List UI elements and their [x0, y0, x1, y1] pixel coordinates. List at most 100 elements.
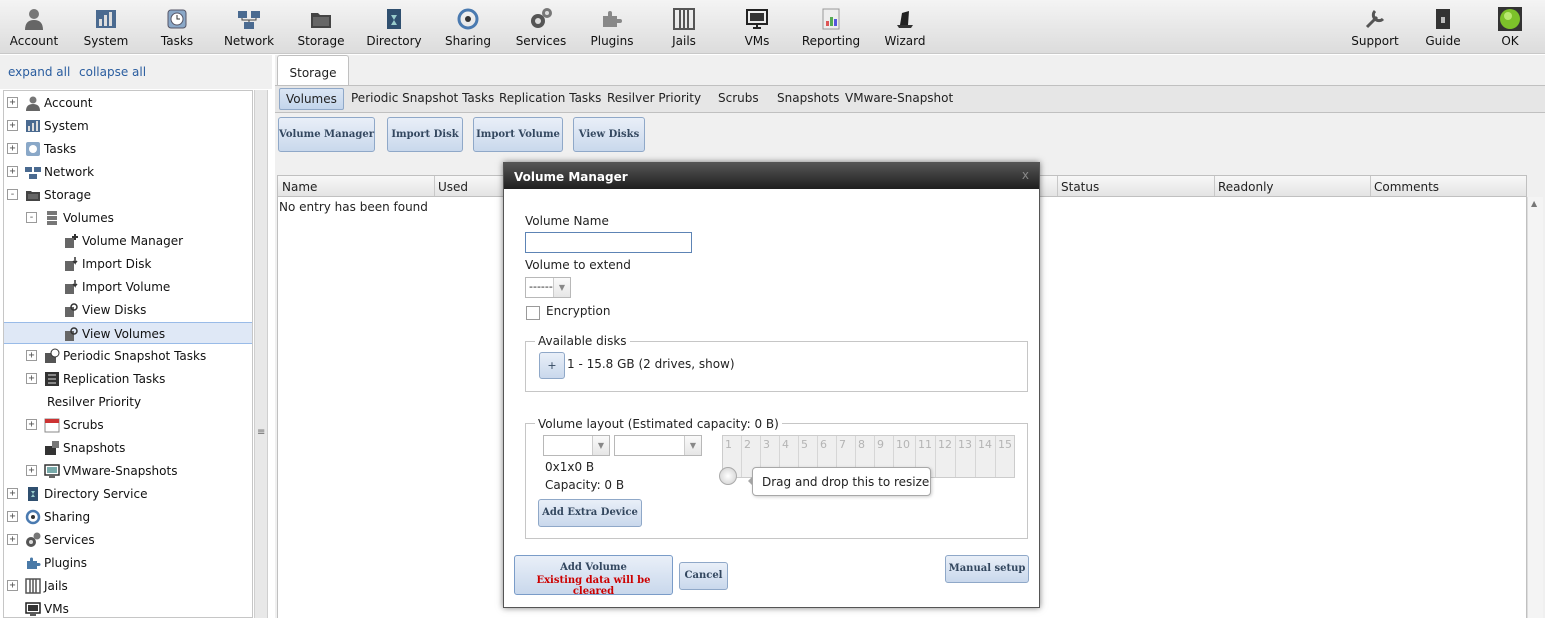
- tree-item-import-disk[interactable]: Import Disk: [4, 253, 252, 275]
- tree-item-import-volume[interactable]: Import Volume: [4, 276, 252, 298]
- tree-item-periodic-snapshot-tasks[interactable]: + Periodic Snapshot Tasks: [4, 345, 252, 367]
- tree-item-vms[interactable]: VMs: [4, 598, 252, 617]
- toolbar-plugins[interactable]: Plugins: [588, 3, 636, 53]
- sharing-icon: [457, 8, 479, 30]
- layout-type-select[interactable]: ▼: [543, 435, 610, 456]
- volume-manager-button[interactable]: Volume Manager: [278, 117, 375, 152]
- toolbar-system[interactable]: System: [80, 3, 132, 53]
- column-comments[interactable]: Comments: [1374, 180, 1439, 194]
- tree-item-resilver-priority[interactable]: Resilver Priority: [4, 391, 252, 413]
- toolbar-services[interactable]: Services: [512, 3, 570, 53]
- import-disk-button[interactable]: Import Disk: [387, 117, 463, 152]
- view-disks-icon: [65, 303, 78, 317]
- subtab-volumes[interactable]: Volumes: [279, 88, 344, 110]
- encryption-checkbox[interactable]: [526, 306, 540, 320]
- expand-toggle[interactable]: +: [26, 350, 37, 361]
- subtab-vmware-snapshot[interactable]: VMware-Snapshot: [845, 91, 953, 105]
- column-name[interactable]: Name: [282, 180, 317, 194]
- view-disks-button[interactable]: View Disks: [573, 117, 645, 152]
- manual-setup-button[interactable]: Manual setup: [945, 555, 1029, 583]
- tree-item-volume-manager[interactable]: Volume Manager: [4, 230, 252, 252]
- tree-item-replication-tasks[interactable]: + Replication Tasks: [4, 368, 252, 390]
- toolbar-vms[interactable]: VMs: [737, 3, 777, 53]
- sidebar-splitter[interactable]: ≡: [254, 90, 268, 618]
- expand-toggle[interactable]: +: [26, 373, 37, 384]
- close-icon[interactable]: x: [1022, 168, 1029, 182]
- layout-disks-select[interactable]: ▼: [614, 435, 702, 456]
- expand-toggle[interactable]: +: [7, 166, 18, 177]
- toolbar-account[interactable]: Account: [8, 3, 60, 53]
- toolbar-wizard[interactable]: Wizard: [882, 3, 928, 53]
- collapse-toggle[interactable]: -: [26, 212, 37, 223]
- status-ok-icon: [1498, 7, 1522, 31]
- disk-group-label[interactable]: 1 - 15.8 GB (2 drives, show): [567, 357, 735, 371]
- toolbar-storage[interactable]: Storage: [295, 3, 347, 53]
- tree-item-snapshots[interactable]: Snapshots: [4, 437, 252, 459]
- add-volume-button[interactable]: Add Volume Existing data will be cleared: [514, 555, 673, 597]
- collapse-all-link[interactable]: collapse all: [79, 65, 146, 79]
- expand-toggle[interactable]: +: [7, 97, 18, 108]
- scroll-up-icon[interactable]: ▲: [1531, 199, 1537, 208]
- subtab-snapshots[interactable]: Snapshots: [777, 91, 839, 105]
- tree-item-label: Account: [44, 96, 93, 110]
- collapse-toggle[interactable]: -: [7, 189, 18, 200]
- import-volume-icon: [65, 280, 78, 294]
- volume-name-input[interactable]: [525, 232, 692, 253]
- toolbar-reporting[interactable]: Reporting: [800, 3, 862, 53]
- view-volumes-icon: [65, 327, 78, 341]
- tree-item-scrubs[interactable]: + Scrubs: [4, 414, 252, 436]
- volume-extend-select[interactable]: ------ ▼: [525, 277, 571, 298]
- subtab-replication-tasks[interactable]: Replication Tasks: [499, 91, 601, 105]
- add-extra-device-button[interactable]: Add Extra Device: [538, 499, 642, 527]
- column-readonly[interactable]: Readonly: [1218, 180, 1274, 194]
- toolbar-tasks[interactable]: Tasks: [153, 3, 201, 53]
- tree-item-sharing[interactable]: + Sharing: [4, 506, 252, 528]
- tree-item-storage[interactable]: - Storage: [4, 184, 252, 206]
- expand-toggle[interactable]: +: [7, 580, 18, 591]
- expand-toggle[interactable]: +: [26, 419, 37, 430]
- dialog-titlebar[interactable]: Volume Manager: [504, 163, 1039, 189]
- column-used[interactable]: Used: [438, 180, 468, 194]
- tree-item-services[interactable]: + Services: [4, 529, 252, 551]
- expand-toggle[interactable]: +: [26, 465, 37, 476]
- resize-handle-icon[interactable]: [719, 467, 737, 485]
- column-status[interactable]: Status: [1061, 180, 1099, 194]
- grid-scrollbar[interactable]: ▲: [1527, 197, 1543, 618]
- add-disk-button[interactable]: +: [539, 352, 565, 379]
- toolbar-network[interactable]: Network: [222, 3, 276, 53]
- tree-item-label: Tasks: [44, 142, 77, 156]
- expand-toggle[interactable]: +: [7, 534, 18, 545]
- tree-item-directory-service[interactable]: + Directory Service: [4, 483, 252, 505]
- import-volume-button[interactable]: Import Volume: [473, 117, 563, 152]
- subtab-scrubs[interactable]: Scrubs: [718, 91, 759, 105]
- tree-item-network[interactable]: + Network: [4, 161, 252, 183]
- tree-item-account[interactable]: + Account: [4, 92, 252, 114]
- toolbar-guide[interactable]: Guide: [1421, 3, 1465, 53]
- tree-item-view-volumes[interactable]: View Volumes: [4, 322, 252, 344]
- layout-capacity: Capacity: 0 B: [545, 478, 625, 492]
- tree-item-tasks[interactable]: + Tasks: [4, 138, 252, 160]
- tree-item-jails[interactable]: + Jails: [4, 575, 252, 597]
- tree-item-vmware-snapshots[interactable]: + VMware-Snapshots: [4, 460, 252, 482]
- subtab-periodic-snapshot-tasks[interactable]: Periodic Snapshot Tasks: [351, 91, 494, 105]
- cancel-button[interactable]: Cancel: [679, 562, 728, 590]
- tree-item-view-disks[interactable]: View Disks: [4, 299, 252, 321]
- expand-toggle[interactable]: +: [7, 143, 18, 154]
- expand-all-link[interactable]: expand all: [8, 65, 70, 79]
- toolbar-label: Wizard: [884, 34, 926, 48]
- tree-item-volumes[interactable]: - Volumes: [4, 207, 252, 229]
- tree-item-plugins[interactable]: Plugins: [4, 552, 252, 574]
- toolbar-directory[interactable]: Directory: [365, 3, 423, 53]
- tree-item-system[interactable]: + System: [4, 115, 252, 137]
- toolbar-jails[interactable]: Jails: [664, 3, 704, 53]
- toolbar-sharing[interactable]: Sharing: [442, 3, 494, 53]
- subtab-resilver-priority[interactable]: Resilver Priority: [607, 91, 701, 105]
- toolbar-status-ok[interactable]: OK: [1492, 3, 1528, 53]
- expand-toggle[interactable]: +: [7, 511, 18, 522]
- import-disk-icon: [65, 257, 78, 271]
- toolbar-support[interactable]: Support: [1348, 3, 1402, 53]
- storage-icon: [26, 191, 40, 201]
- expand-toggle[interactable]: +: [7, 488, 18, 499]
- tab-storage[interactable]: Storage: [277, 55, 349, 86]
- expand-toggle[interactable]: +: [7, 120, 18, 131]
